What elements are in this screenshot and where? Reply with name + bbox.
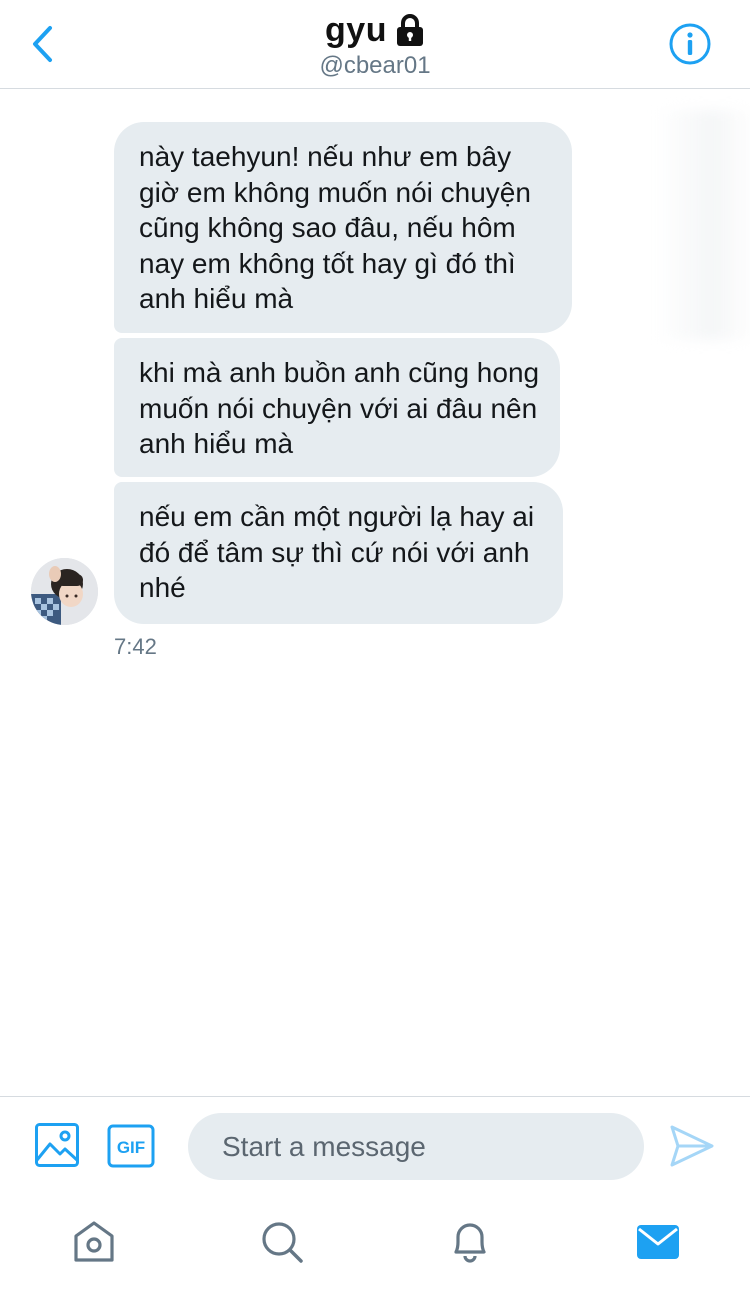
conversation-title-block[interactable]: gyu @cbear01 <box>0 8 750 80</box>
lock-icon <box>396 14 423 46</box>
send-button[interactable] <box>668 1123 716 1169</box>
tab-notifications[interactable] <box>446 1218 494 1266</box>
add-gif-button[interactable]: GIF <box>107 1124 155 1168</box>
image-icon <box>35 1123 79 1167</box>
mail-icon <box>637 1225 679 1259</box>
message-timestamp: 7:42 <box>114 634 157 659</box>
faded-background-image <box>655 110 750 340</box>
tab-search[interactable] <box>258 1218 306 1266</box>
info-button[interactable] <box>668 22 712 66</box>
add-photo-button[interactable] <box>34 1122 80 1168</box>
message-composer: GIF <box>0 1096 750 1196</box>
bottom-tab-bar <box>0 1196 750 1294</box>
avatar-image <box>31 558 98 625</box>
bell-icon <box>454 1223 486 1263</box>
message-input[interactable] <box>188 1113 644 1180</box>
message-bubble[interactable]: nếu em cần một người lạ hay ai đó để tâm… <box>114 482 563 624</box>
gif-label: GIF <box>117 1138 145 1157</box>
page-title: gyu <box>325 11 387 49</box>
send-icon <box>670 1125 714 1167</box>
conversation-header: gyu @cbear01 <box>0 0 750 89</box>
tab-home[interactable] <box>70 1218 118 1266</box>
dm-conversation-screen: gyu @cbear01 này taehyun! nếu như em bây… <box>0 0 750 1294</box>
message-bubble[interactable]: khi mà anh buồn anh cũng hong muốn nói c… <box>114 338 560 477</box>
home-icon <box>74 1221 114 1262</box>
user-handle: @cbear01 <box>319 52 431 79</box>
avatar[interactable] <box>31 558 98 625</box>
info-icon <box>669 23 711 65</box>
gif-icon: GIF <box>107 1124 155 1168</box>
tab-messages[interactable] <box>634 1218 682 1266</box>
message-list[interactable]: này taehyun! nếu như em bây giờ em không… <box>0 90 750 1095</box>
search-icon <box>262 1222 303 1263</box>
message-bubble[interactable]: này taehyun! nếu như em bây giờ em không… <box>114 122 572 333</box>
